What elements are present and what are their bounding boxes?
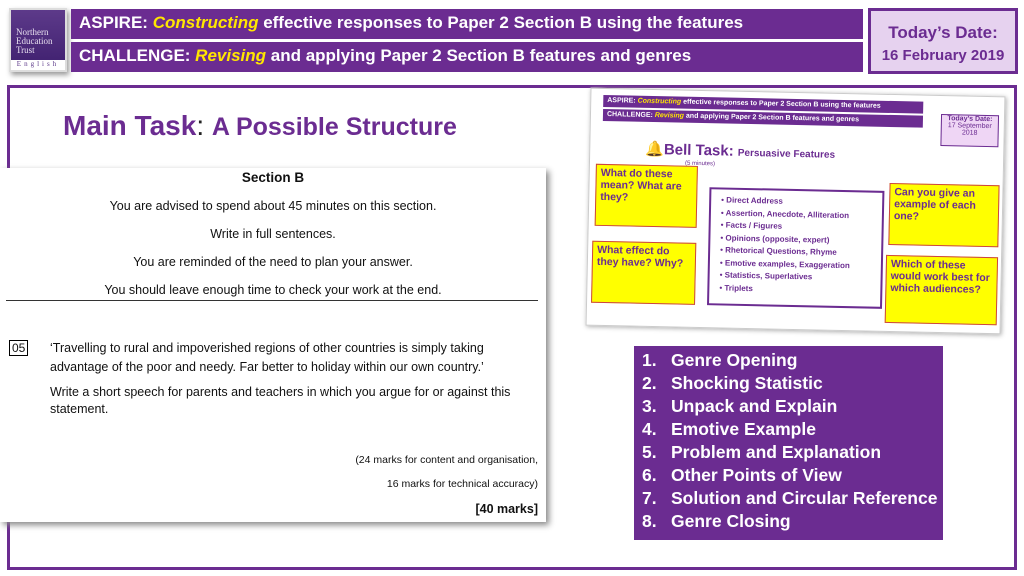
aspire-em: Constructing bbox=[152, 13, 259, 32]
advice-text: You are advised to spend about 45 minute… bbox=[109, 199, 437, 213]
logo-line: Trust bbox=[16, 45, 35, 55]
instruction-text: You should leave enough time to check yo… bbox=[104, 283, 442, 297]
divider bbox=[6, 300, 538, 301]
instruction-text: Write in full sentences. bbox=[210, 227, 336, 241]
sticky-note: Which of these would work best for which… bbox=[884, 254, 999, 326]
logo-sub: English bbox=[11, 60, 65, 70]
thumb-date: Today’s Date: 17 September 2018 bbox=[940, 114, 1000, 148]
date-value: 16 February 2019 bbox=[881, 47, 1005, 64]
challenge-prefix: CHALLENGE: bbox=[79, 46, 196, 65]
list-item: 4. Emotive Example bbox=[642, 419, 816, 439]
challenge-banner: CHALLENGE: Revising and applying Paper 2… bbox=[71, 42, 863, 72]
northern-education-trust-logo: Northern Education Trust English bbox=[9, 8, 67, 72]
aspire-text: effective responses to Paper 2 Section B… bbox=[258, 13, 744, 32]
aspire-prefix: ASPIRE: bbox=[79, 13, 153, 32]
marks-content: (24 marks for content and organisation, bbox=[355, 454, 538, 466]
thumb-bell-title: 🔔Bell Task: Persuasive Features bbox=[645, 140, 836, 161]
list-item: 8. Genre Closing bbox=[642, 511, 791, 531]
bell-icon: 🔔 bbox=[645, 140, 665, 159]
list-item: 1. Genre Opening bbox=[642, 350, 798, 370]
page-title: Main Task: A Possible Structure bbox=[63, 110, 457, 142]
date-box: Today’s Date: 16 February 2019 bbox=[868, 8, 1018, 74]
question-task: Write a short speech for parents and tea… bbox=[50, 385, 511, 416]
challenge-em: Revising bbox=[195, 46, 267, 65]
challenge-text: and applying Paper 2 Section B features … bbox=[266, 46, 692, 65]
list-item: 2. Shocking Statistic bbox=[642, 373, 823, 393]
question-number: 05 bbox=[9, 340, 29, 356]
date-label: Today’s Date: bbox=[888, 23, 998, 42]
features-list: • Direct Address • Assertion, Anecdote, A… bbox=[707, 187, 885, 309]
title-main: Main Task bbox=[63, 110, 197, 141]
list-item: 5. Problem and Explanation bbox=[642, 442, 882, 462]
list-item: 6. Other Points of View bbox=[642, 465, 842, 485]
sticky-note: What effect do they have? Why? bbox=[591, 240, 697, 305]
marks-accuracy: 16 marks for technical accuracy) bbox=[386, 478, 538, 490]
title-colon: : bbox=[196, 110, 205, 141]
list-item: 3. Unpack and Explain bbox=[642, 396, 838, 416]
list-item: 7. Solution and Circular Reference bbox=[642, 488, 938, 508]
sticky-note: Can you give an example of each one? bbox=[888, 182, 1000, 248]
marks-total: [40 marks] bbox=[475, 502, 538, 516]
question-quote: ‘Travelling to rural and impoverished re… bbox=[50, 341, 484, 374]
title-sub: A Possible Structure bbox=[211, 113, 457, 141]
feature-item: • Triplets bbox=[719, 282, 753, 293]
aspire-banner: ASPIRE: Constructing effective responses… bbox=[71, 9, 863, 39]
instruction-text: You are reminded of the need to plan you… bbox=[133, 255, 413, 269]
section-heading: Section B bbox=[241, 170, 305, 185]
bell-task-slide-thumbnail: ASPIRE: Constructing effective responses… bbox=[585, 87, 1006, 335]
exam-question-card: Section B You are advised to spend about… bbox=[0, 168, 546, 522]
sticky-note: What do these mean? What are they? bbox=[594, 163, 698, 228]
structure-list: 1. Genre Opening 2. Shocking Statistic 3. U… bbox=[634, 346, 943, 540]
